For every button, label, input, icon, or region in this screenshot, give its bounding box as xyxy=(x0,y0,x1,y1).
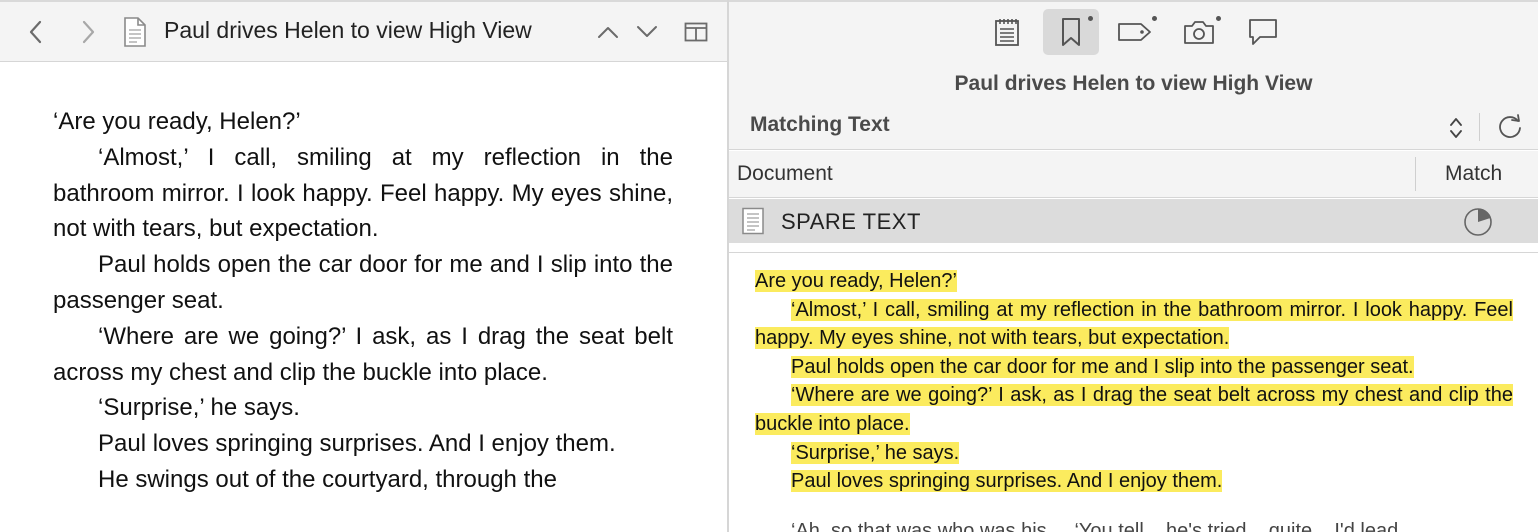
highlighted-match: Paul holds open the car door for me and … xyxy=(791,355,1414,378)
editor-header: Paul drives Helen to view High View xyxy=(0,0,727,62)
split-editor-button[interactable] xyxy=(682,18,710,46)
document-title: Paul drives Helen to view High View xyxy=(164,17,532,43)
results-column-header: Document Match xyxy=(729,151,1538,198)
document-icon-wrap xyxy=(120,14,150,50)
indicator-dot xyxy=(1216,16,1221,21)
editor-paragraph: ‘Are you ready, Helen?’ xyxy=(53,108,301,135)
chevron-down-icon xyxy=(637,26,657,37)
snapshot-camera-icon xyxy=(1184,21,1214,44)
highlighted-match: Paul loves springing surprises. And I en… xyxy=(791,470,1223,493)
bookmark-selector[interactable]: Matching Text xyxy=(729,104,1538,150)
highlighted-match: Are you ready, Helen?’ xyxy=(755,270,957,292)
selector-separator xyxy=(1479,113,1480,141)
highlighted-match: ‘Surprise,’ he says. xyxy=(791,441,960,464)
indicator-dot xyxy=(1152,16,1157,21)
chevron-up-icon xyxy=(598,27,618,38)
back-button[interactable] xyxy=(22,16,50,48)
document-icon xyxy=(742,207,764,235)
result-row[interactable]: SPARE TEXT xyxy=(729,199,1538,243)
up-down-chevron-icon[interactable] xyxy=(1449,115,1463,141)
editor-text[interactable]: ‘Are you ready, Helen?’ ‘Almost,’ I call… xyxy=(53,104,673,498)
row-separator xyxy=(729,243,1538,253)
match-wedge xyxy=(1478,209,1491,222)
chevron-left-icon xyxy=(29,20,42,44)
bookmarks-button[interactable] xyxy=(1043,9,1099,55)
highlighted-match: ‘Where are we going?’ I ask, as I drag t… xyxy=(755,384,1513,435)
editor-paragraph: He swings out of the courtyard, through … xyxy=(98,465,557,493)
matched-text-preview: Are you ready, Helen?’ ‘Almost,’ I call,… xyxy=(755,267,1513,532)
bookmark-icon xyxy=(1062,18,1080,46)
refresh-icon[interactable] xyxy=(1496,113,1524,141)
split-view-icon xyxy=(684,22,708,42)
column-document[interactable]: Document xyxy=(737,162,833,186)
next-document-button[interactable] xyxy=(633,18,661,46)
editor-paragraph: ‘Where are we going?’ I ask, as I drag t… xyxy=(53,322,673,386)
inspector-pane: Paul drives Helen to view High View Matc… xyxy=(729,0,1538,532)
comments-button[interactable] xyxy=(1235,9,1291,55)
forward-button[interactable] xyxy=(74,16,102,48)
comment-icon xyxy=(1249,19,1277,45)
editor-paragraph: ‘Surprise,’ he says. xyxy=(98,394,300,422)
notes-button[interactable] xyxy=(979,9,1035,55)
tag-icon xyxy=(1118,23,1151,41)
editor-pane: Paul drives Helen to view High View ‘Are… xyxy=(0,0,727,532)
chevron-right-icon xyxy=(82,20,95,44)
metadata-button[interactable] xyxy=(1107,9,1163,55)
editor-paragraph: Paul loves springing surprises. And I en… xyxy=(98,430,616,458)
previous-document-button[interactable] xyxy=(594,18,622,46)
column-separator xyxy=(1415,157,1416,191)
match-percentage-pie-icon xyxy=(1464,208,1492,236)
inspector-toolbar xyxy=(729,0,1538,62)
editor-paragraph: Paul holds open the car door for me and … xyxy=(53,251,673,314)
snapshots-button[interactable] xyxy=(1171,9,1227,55)
indicator-dot xyxy=(1088,16,1093,21)
inspector-title: Paul drives Helen to view High View xyxy=(729,62,1538,104)
document-icon xyxy=(124,17,146,47)
column-match[interactable]: Match xyxy=(1445,162,1502,186)
notes-icon xyxy=(995,19,1019,46)
highlighted-match: ‘Almost,’ I call, smiling at my reflecti… xyxy=(755,298,1513,350)
app-window: Paul drives Helen to view High View ‘Are… xyxy=(0,0,1538,532)
result-document-name: SPARE TEXT xyxy=(781,209,921,234)
selector-label: Matching Text xyxy=(750,113,890,136)
editor-paragraph: ‘Almost,’ I call, smiling at my reflecti… xyxy=(53,143,673,243)
preview-continuation: ‘Ah, so that was who was his ... ‘You te… xyxy=(791,519,1399,532)
